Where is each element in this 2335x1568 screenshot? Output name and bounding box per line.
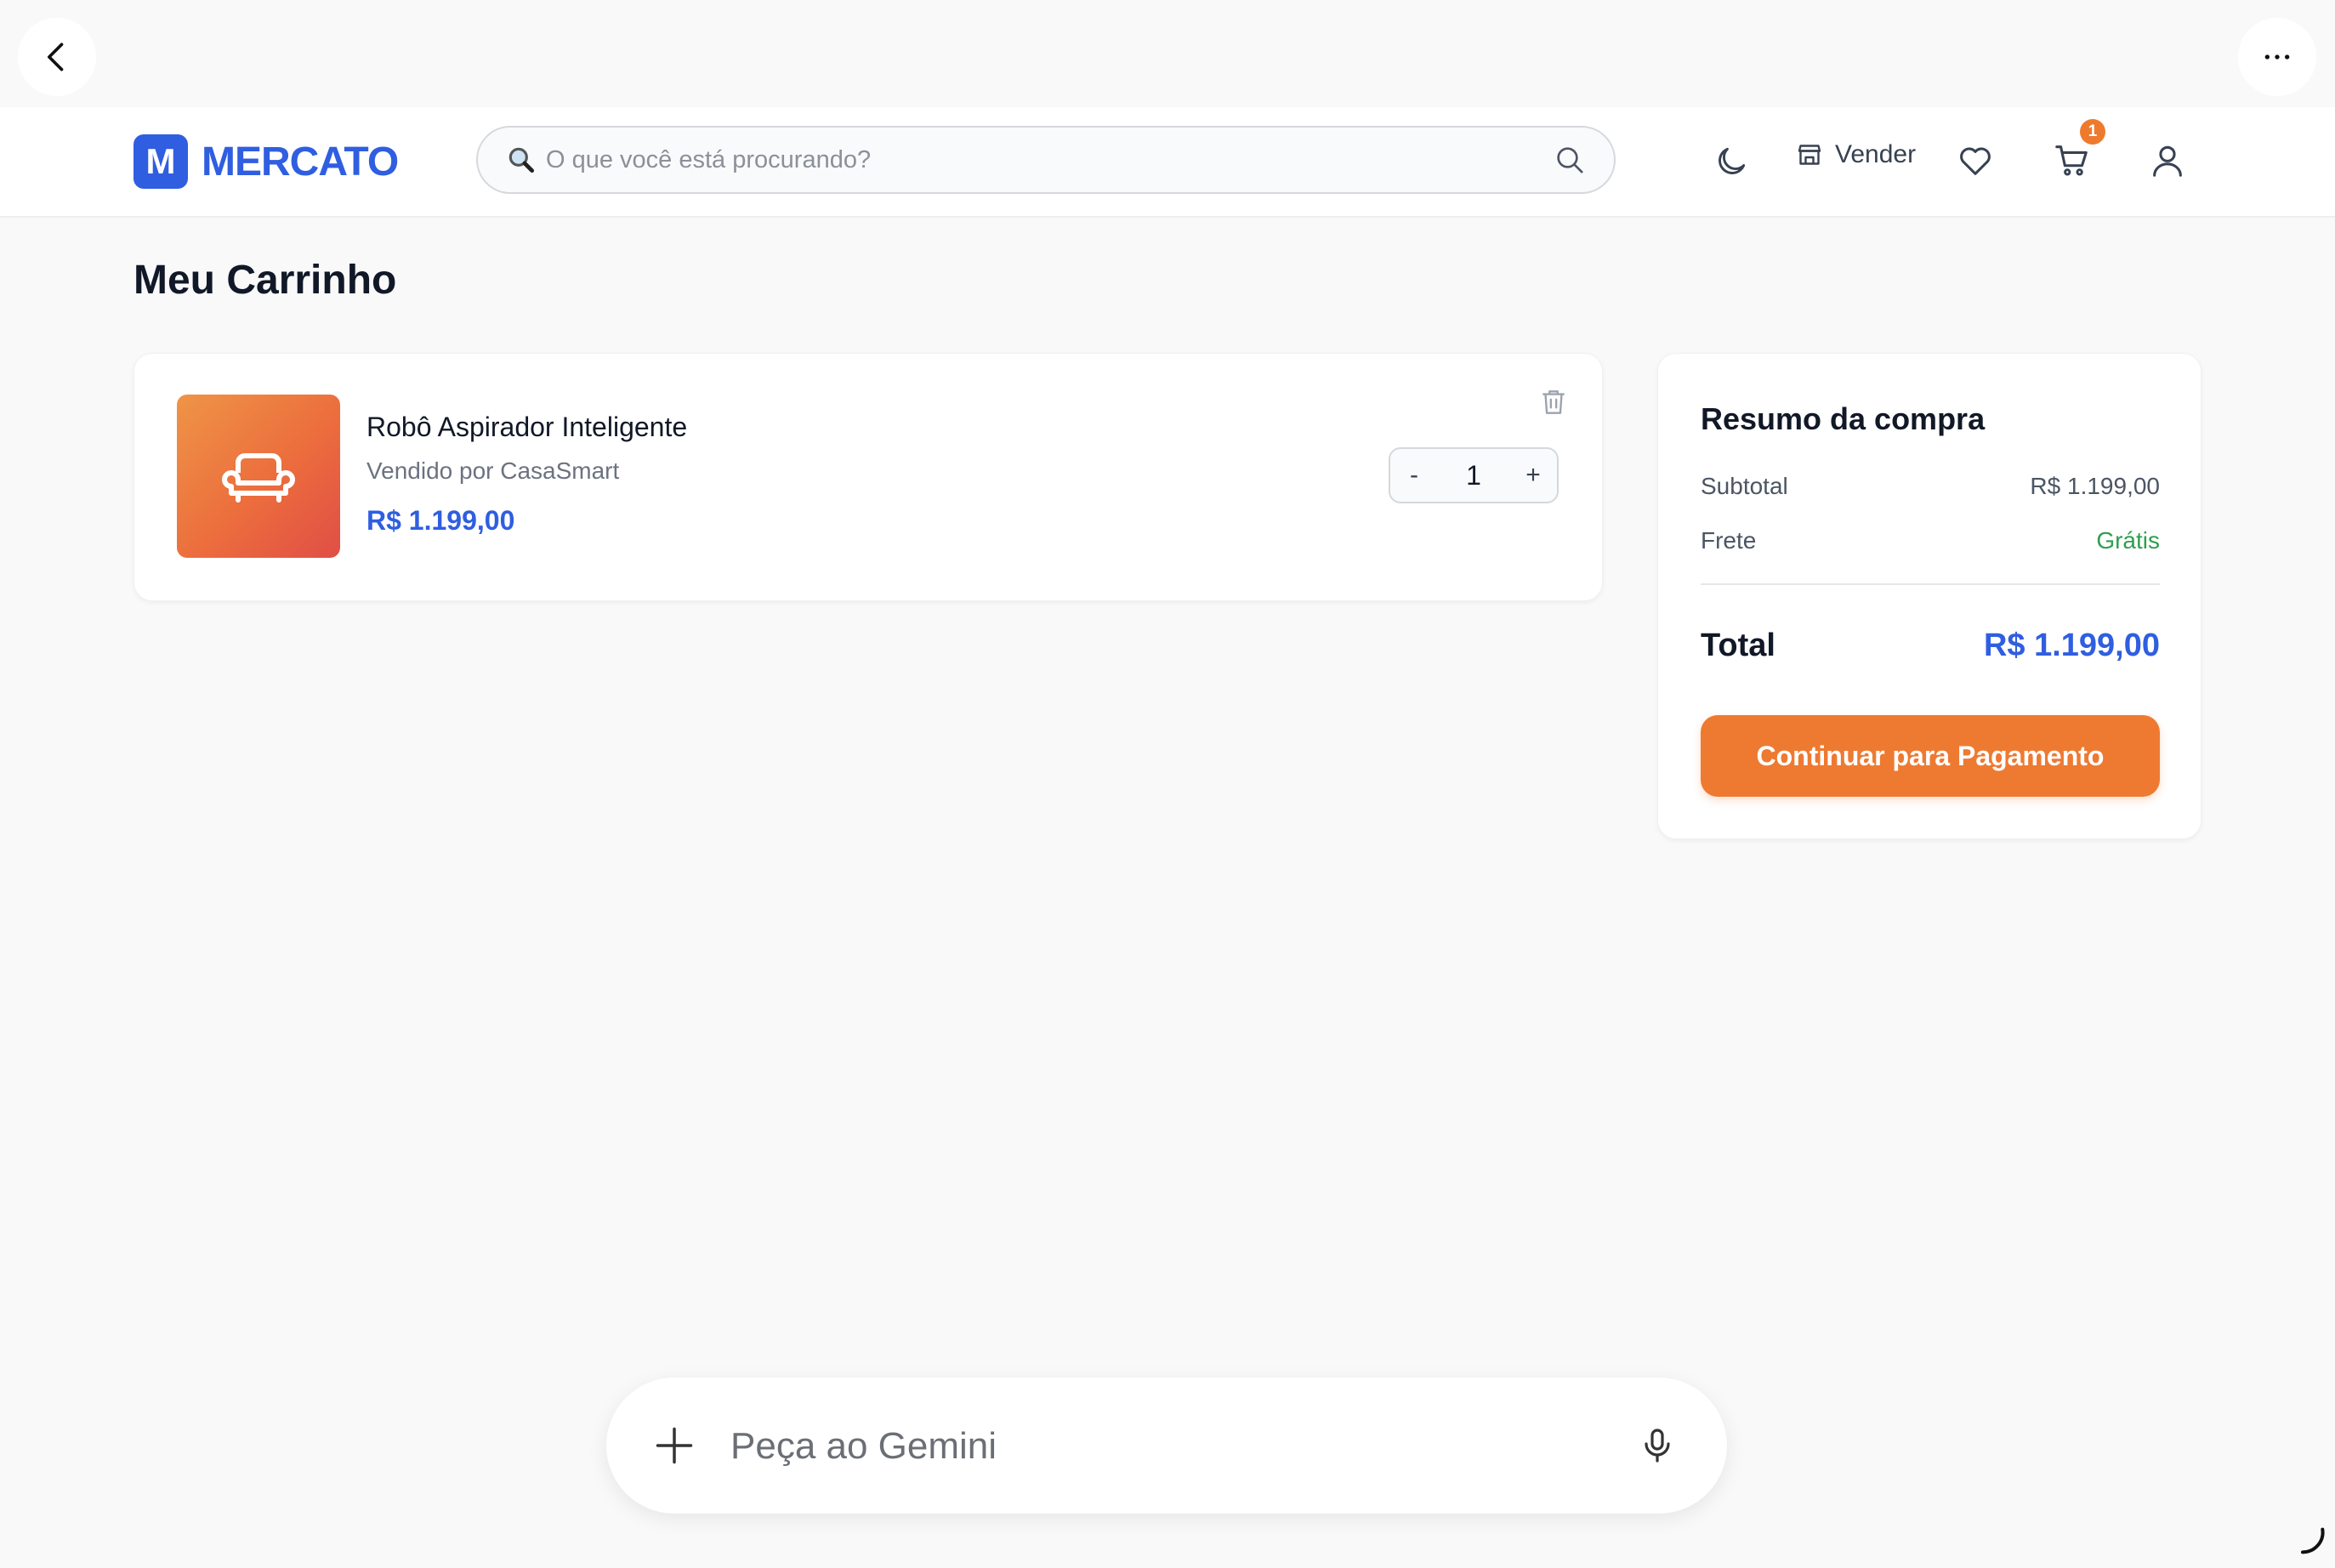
search-icon[interactable] (1553, 143, 1587, 177)
microphone-icon[interactable] (1637, 1425, 1678, 1466)
search-bar[interactable] (476, 126, 1616, 194)
magnifier-emoji-icon (508, 147, 535, 173)
continue-to-payment-button[interactable]: Continuar para Pagamento (1701, 715, 2160, 797)
more-options-icon (2264, 54, 2290, 60)
sell-button[interactable]: Vender (1794, 139, 1916, 170)
subtotal-value: R$ 1.199,00 (2030, 473, 2160, 499)
search-input[interactable] (544, 145, 1553, 175)
store-icon (1798, 145, 1821, 165)
more-options-button[interactable] (2238, 18, 2316, 96)
site-header: M MERCATO Vender 1 (0, 107, 2335, 218)
total-value: R$ 1.199,00 (1983, 628, 2160, 663)
site-logo[interactable]: M MERCATO (134, 134, 399, 189)
sofa-icon (222, 453, 295, 503)
product-price: R$ 1.199,00 (366, 505, 515, 536)
total-row: Total R$ 1.199,00 (1701, 628, 2160, 664)
sell-label: Vender (1835, 140, 1917, 168)
moon-icon[interactable] (1713, 143, 1750, 180)
plus-icon[interactable] (652, 1423, 696, 1468)
back-button[interactable] (18, 18, 96, 96)
increment-button[interactable]: + (1509, 449, 1557, 502)
cart-item-card: Robô Aspirador Inteligente Vendido por C… (134, 353, 1603, 601)
back-arrow-icon (47, 43, 64, 71)
subtotal-label: Subtotal (1701, 473, 1788, 499)
assistant-bar (606, 1378, 1727, 1514)
cart-count-badge: 1 (2080, 119, 2105, 145)
cart-icon[interactable] (2053, 141, 2092, 180)
user-icon[interactable] (2148, 141, 2187, 180)
decrement-button[interactable]: - (1390, 449, 1438, 502)
product-seller: Vendido por CasaSmart (366, 457, 620, 484)
summary-divider (1701, 583, 2160, 585)
quantity-stepper: - 1 + (1389, 447, 1559, 503)
subtotal-row: Subtotal R$ 1.199,00 (1701, 473, 2160, 500)
logo-badge: M (134, 134, 188, 189)
shipping-row: Frete Grátis (1701, 527, 2160, 554)
order-summary-card: Resumo da compra Subtotal R$ 1.199,00 Fr… (1657, 353, 2201, 839)
loading-indicator-icon (2301, 1527, 2325, 1554)
shipping-value: Grátis (2096, 527, 2160, 554)
product-image[interactable] (177, 395, 340, 558)
trash-icon[interactable] (1537, 386, 1570, 418)
shipping-label: Frete (1701, 527, 1757, 554)
quantity-value: 1 (1466, 459, 1481, 491)
product-name[interactable]: Robô Aspirador Inteligente (366, 412, 687, 443)
total-label: Total (1701, 628, 1775, 663)
summary-title: Resumo da compra (1701, 401, 1986, 436)
page-title: Meu Carrinho (134, 258, 397, 303)
heart-icon[interactable] (1956, 141, 1995, 180)
assistant-input[interactable] (729, 1418, 1582, 1474)
logo-text: MERCATO (202, 139, 399, 185)
